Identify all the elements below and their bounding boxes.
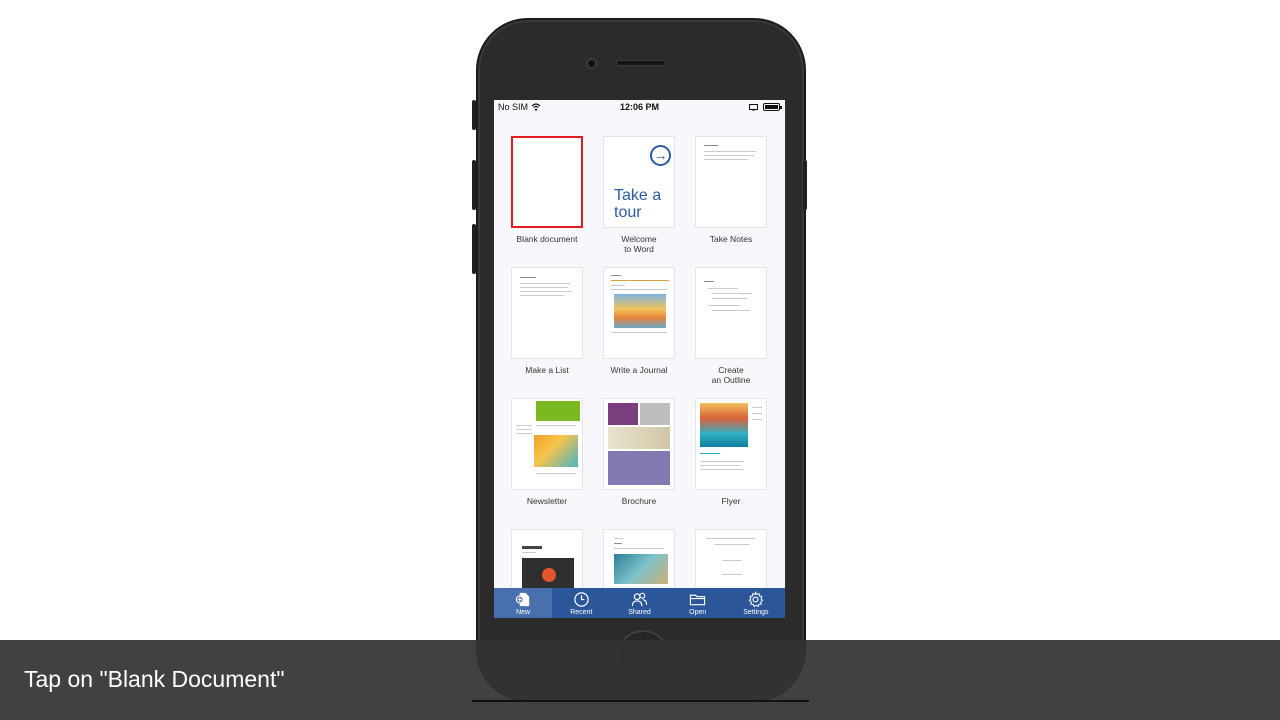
template-flyer[interactable]: Flyer (685, 398, 777, 506)
template-label: Create an Outline (711, 365, 751, 385)
template-label: Newsletter (526, 496, 568, 506)
tab-recent[interactable]: Recent (552, 588, 610, 618)
template-thumbnail[interactable] (511, 398, 583, 490)
template-thumbnail[interactable] (695, 398, 767, 490)
volume-down-button (472, 224, 476, 274)
tab-shared[interactable]: Shared (610, 588, 668, 618)
tab-settings-label: Settings (743, 608, 769, 616)
template-take-notes[interactable]: Take Notes (685, 136, 777, 244)
front-camera (586, 58, 597, 69)
tab-shared-label: Shared (628, 608, 651, 616)
tab-new[interactable]: New (494, 588, 553, 618)
otter-photo (614, 554, 668, 584)
tab-recent-label: Recent (570, 608, 593, 616)
flyer-photo (700, 403, 748, 447)
newsletter-photo (534, 435, 578, 467)
tab-new-label: New (516, 608, 531, 616)
bottom-tab-bar: New Recent Shared Open Settings (494, 588, 785, 618)
template-label: Take Notes (709, 234, 753, 244)
clock-icon (574, 591, 589, 607)
volume-up-button (472, 160, 476, 210)
template-label: Welcome to Word (621, 234, 657, 254)
mute-switch (472, 100, 476, 130)
status-bar: No SIM 12:06 PM (494, 100, 785, 116)
status-time: 12:06 PM (619, 102, 660, 112)
status-right (749, 103, 782, 111)
folder-icon (690, 594, 706, 605)
gear-icon (749, 590, 764, 607)
new-document-icon (515, 592, 529, 606)
template-thumbnail[interactable] (511, 267, 583, 359)
tab-open[interactable]: Open (669, 588, 727, 618)
power-button (803, 160, 807, 210)
battery-icon (763, 103, 782, 111)
template-brochure[interactable]: Brochure (593, 398, 685, 506)
template-thumbnail[interactable] (695, 136, 767, 228)
template-thumbnail[interactable] (695, 267, 767, 359)
template-label: Brochure (621, 496, 657, 506)
template-write-a-journal[interactable]: Write a Journal (593, 267, 685, 375)
template-blank-document[interactable]: Blank document (501, 136, 593, 244)
tab-settings[interactable]: Settings (727, 588, 785, 618)
brochure-title-block (608, 403, 638, 425)
newsletter-header (536, 401, 580, 421)
template-thumbnail[interactable] (603, 267, 675, 359)
video-frame: No SIM 12:06 PM Blank document → Take a … (0, 0, 1280, 720)
template-thumbnail[interactable]: → Take a tour (603, 136, 675, 228)
template-create-an-outline[interactable]: Create an Outline (685, 267, 777, 385)
journal-photo (614, 294, 666, 328)
caption-bar: Tap on "Blank Document" (0, 640, 1280, 720)
template-thumbnail[interactable] (603, 398, 675, 490)
template-welcome-to-word[interactable]: → Take a tour Welcome to Word (593, 136, 685, 254)
take-a-tour-text: Take a tour (614, 187, 662, 221)
arrow-right-icon: → (650, 145, 671, 166)
phone-bottom-edge (472, 700, 809, 702)
template-newsletter[interactable]: Newsletter (501, 398, 593, 506)
template-thumbnail[interactable] (511, 136, 583, 228)
tab-open-label: Open (689, 608, 707, 616)
people-icon (631, 592, 648, 606)
template-label: Flyer (721, 496, 741, 506)
screen-mirror-icon (749, 103, 758, 110)
phone-screen: No SIM 12:06 PM Blank document → Take a … (494, 100, 785, 618)
template-label: Make a List (525, 365, 569, 375)
template-make-a-list[interactable]: Make a List (501, 267, 593, 375)
caption-text: Tap on "Blank Document" (24, 666, 285, 692)
template-label: Blank document (516, 234, 578, 244)
template-label: Write a Journal (610, 365, 668, 375)
earpiece-speaker (616, 60, 666, 66)
